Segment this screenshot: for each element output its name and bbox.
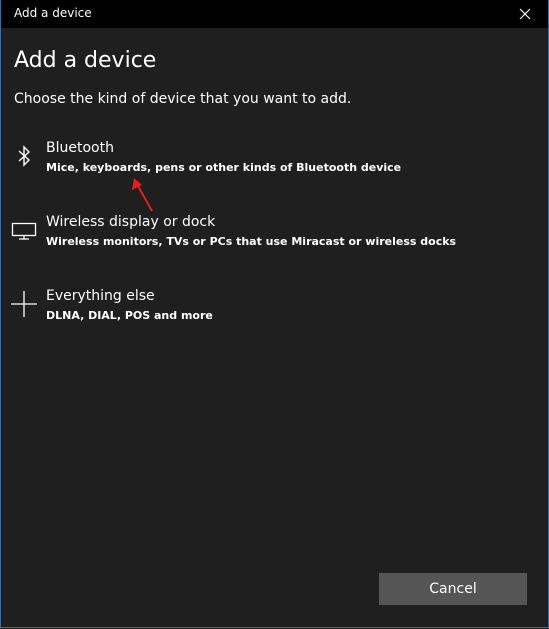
option-title: Wireless display or dock — [46, 214, 216, 230]
page-title: Add a device — [14, 48, 157, 73]
close-button[interactable] — [502, 0, 548, 28]
window-title: Add a device — [14, 6, 92, 20]
bluetooth-icon — [9, 142, 39, 170]
option-bluetooth[interactable]: Bluetooth Mice, keyboards, pens or other… — [1, 140, 521, 190]
option-description: DLNA, DIAL, POS and more — [46, 309, 213, 322]
page-subtitle: Choose the kind of device that you want … — [14, 91, 352, 107]
monitor-icon — [9, 216, 39, 244]
option-description: Mice, keyboards, pens or other kinds of … — [46, 161, 402, 174]
cancel-button[interactable]: Cancel — [379, 573, 527, 605]
plus-icon — [9, 290, 39, 318]
add-device-dialog: Add a device Add a device Choose the kin… — [0, 0, 549, 628]
option-everything-else[interactable]: Everything else DLNA, DIAL, POS and more — [1, 288, 521, 338]
close-icon — [519, 8, 531, 20]
option-title: Bluetooth — [46, 140, 114, 156]
title-bar: Add a device — [1, 0, 548, 28]
option-title: Everything else — [46, 288, 155, 304]
option-description: Wireless monitors, TVs or PCs that use M… — [46, 235, 457, 248]
option-wireless-display[interactable]: Wireless display or dock Wireless monito… — [1, 214, 521, 264]
